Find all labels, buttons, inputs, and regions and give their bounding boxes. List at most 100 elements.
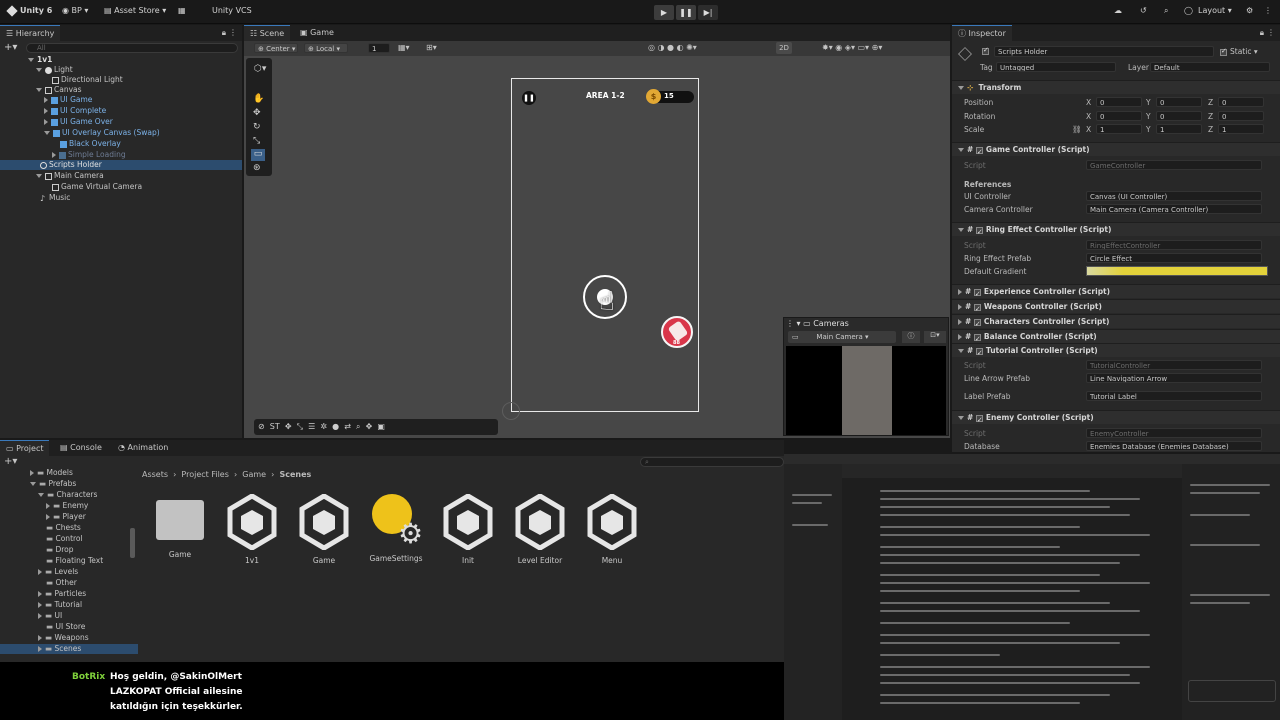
static-toggle[interactable]: Static ▾ (1220, 47, 1258, 56)
project-search-input[interactable]: ⌕ (640, 457, 784, 467)
active-checkbox[interactable] (982, 46, 992, 56)
transform-header[interactable]: ⊹ Transform (952, 80, 1280, 94)
folder-item[interactable]: ▬ Floating Text (0, 556, 138, 566)
list-item[interactable]: Black Overlay (60, 139, 242, 149)
folder-item[interactable]: ▬ Levels (0, 567, 138, 577)
package-icon[interactable]: ▦ (178, 6, 186, 15)
asset-store-button[interactable]: ▤ Asset Store ▾ (104, 6, 166, 15)
step-button[interactable]: ▶| (698, 5, 718, 20)
rotation-z[interactable]: 0 (1218, 111, 1264, 121)
breadcrumb-item[interactable]: Scenes (279, 470, 311, 479)
tab-game[interactable]: ▣ Game (294, 25, 340, 41)
create-asset-button[interactable]: +▾ (4, 456, 17, 467)
overlay-tool-icons[interactable]: ⊘ ST ✥ ⤡ ☰ ✲ ● ⇄ ⌕ ✥ ▣ (258, 422, 385, 431)
position-y[interactable]: 0 (1156, 97, 1202, 107)
tab-inspector[interactable]: ⓘ Inspector (952, 25, 1012, 41)
scale-x[interactable]: 1 (1096, 124, 1142, 134)
view-tool-icon[interactable]: ⬡▾ (254, 64, 266, 74)
scale-y[interactable]: 1 (1156, 124, 1202, 134)
folder-item[interactable]: ▬ UI (0, 611, 138, 621)
settings-icon[interactable]: ⚙ (1246, 6, 1253, 15)
breadcrumb-item[interactable]: Project Files (181, 470, 228, 479)
space-dropdown[interactable]: ⊕ Local ▾ (304, 43, 348, 53)
list-item[interactable]: UI Overlay Canvas (Swap) (44, 128, 242, 138)
lock-icon[interactable]: 🔒︎ (222, 28, 226, 38)
move-tool-icon[interactable]: ✥ (253, 108, 261, 118)
list-item[interactable]: Main Camera (36, 171, 242, 181)
scale-link-icon[interactable]: ⛓ (1072, 125, 1082, 134)
list-item[interactable]: UI Game (44, 95, 242, 105)
rect-tool-icon[interactable]: ▭ (251, 149, 265, 161)
play-button[interactable]: ▶ (654, 5, 674, 20)
breadcrumb-item[interactable]: Game (242, 470, 266, 479)
scale-z[interactable]: 1 (1218, 124, 1264, 134)
list-item[interactable]: ♪ Music (40, 193, 242, 203)
list-item[interactable]: Canvas (36, 85, 242, 95)
rotation-x[interactable]: 0 (1096, 111, 1142, 121)
list-item-selected[interactable]: Scripts Holder (0, 160, 242, 170)
tab-scene[interactable]: ☷ Scene (244, 25, 291, 41)
cloud-icon[interactable]: ☁ (1114, 6, 1122, 15)
grid-size-input[interactable]: 1 (368, 43, 390, 53)
rotation-y[interactable]: 0 (1156, 111, 1202, 121)
folder-item[interactable]: ▬ UI Store (0, 622, 138, 632)
asset-scene[interactable]: Level Editor (508, 493, 572, 565)
folder-item[interactable]: ▬ Enemy (0, 501, 138, 511)
camera-frame-icon[interactable]: ⊡▾ (924, 331, 946, 343)
folder-item[interactable]: ▬ Drop (0, 545, 138, 555)
list-item[interactable]: UI Game Over (44, 117, 242, 127)
camera-controller-field[interactable]: Main Camera (Camera Controller) (1086, 204, 1262, 214)
rotate-tool-icon[interactable]: ↻ (253, 122, 261, 132)
scene-root-row[interactable]: 1v1 (28, 55, 242, 65)
ring-prefab-field[interactable]: Circle Effect (1086, 253, 1262, 263)
folder-item[interactable]: ▬ Models (0, 468, 138, 478)
folder-item[interactable]: ▬ Tutorial (0, 600, 138, 610)
folder-item[interactable]: ▬ Control (0, 534, 138, 544)
folder-item[interactable]: ▬ Characters (0, 490, 138, 500)
tab-console[interactable]: ▤ Console (54, 440, 108, 456)
breadcrumb-item[interactable]: Assets (142, 470, 168, 479)
asset-scene[interactable]: 1v1 (220, 493, 284, 565)
hierarchy-search-input[interactable]: All (26, 43, 238, 53)
asset-scene[interactable]: Game (292, 493, 356, 565)
tutorial-controller-header[interactable]: # Tutorial Controller (Script) (952, 343, 1280, 360)
gradient-field[interactable] (1086, 266, 1268, 276)
tree-scrollbar[interactable] (130, 528, 135, 558)
enemy-controller-header[interactable]: # Enemy Controller (Script) (952, 410, 1280, 427)
grid-icon[interactable]: ▦▾ (398, 43, 410, 52)
weapons-controller-header[interactable]: # Weapons Controller (Script) (952, 299, 1280, 316)
tab-project[interactable]: ▭ Project (0, 440, 50, 456)
object-name-input[interactable]: Scripts Holder (994, 46, 1214, 57)
scene-viewport[interactable]: ⬡▾ ✋ ✥ ↻ ⤡ ▭ ⊛ ❚❚ AREA 1-2 $ 15 ☝ 88 ⋮ ▾… (244, 56, 950, 438)
2d-toggle[interactable]: 2D (776, 42, 792, 54)
panel-menu-icon[interactable]: ⋮ (1267, 28, 1275, 37)
folder-item[interactable]: ▬ Other (0, 578, 138, 588)
list-item[interactable]: Directional Light (52, 75, 242, 85)
list-item[interactable]: UI Complete (44, 106, 242, 116)
account-button[interactable]: Unity 6 (6, 4, 52, 17)
experience-controller-header[interactable]: # Experience Controller (Script) (952, 284, 1280, 301)
line-arrow-field[interactable]: Line Navigation Arrow (1086, 373, 1262, 383)
org-dropdown[interactable]: ◉ BP ▾ (62, 6, 88, 15)
pause-button[interactable]: ❚❚ (676, 5, 696, 20)
folder-item-selected[interactable]: ▬ Scenes (0, 644, 138, 654)
list-item[interactable]: Simple Loading (52, 150, 242, 160)
tag-dropdown[interactable]: Untagged (996, 62, 1116, 72)
visibility-icons[interactable]: ✸▾ ◉ ◈▾ ▭▾ ⊕▾ (822, 43, 882, 52)
add-object-button[interactable]: +▾ (4, 42, 17, 53)
database-field[interactable]: Enemies Database (Enemies Database) (1086, 441, 1262, 451)
asset-settings[interactable]: ⚙ GameSettings (364, 494, 428, 563)
shading-icons[interactable]: ◎ ◑ ● ◐ ✺▾ (648, 43, 697, 52)
snap-icon[interactable]: ⊞▾ (426, 43, 437, 52)
layer-dropdown[interactable]: Default (1150, 62, 1270, 72)
layout-dropdown[interactable]: Layout ▾ (1198, 6, 1232, 15)
position-x[interactable]: 0 (1096, 97, 1142, 107)
game-controller-header[interactable]: # Game Controller (Script) (952, 142, 1280, 159)
folder-item[interactable]: ▬ Player (0, 512, 138, 522)
list-item[interactable]: Game Virtual Camera (52, 182, 242, 192)
asset-folder[interactable]: Game (148, 494, 212, 559)
tab-hierarchy[interactable]: ☰ Hierarchy (0, 25, 61, 41)
ring-effect-header[interactable]: # Ring Effect Controller (Script) (952, 222, 1280, 239)
asset-scene[interactable]: Init (436, 493, 500, 565)
balance-controller-header[interactable]: # Balance Controller (Script) (952, 329, 1280, 346)
